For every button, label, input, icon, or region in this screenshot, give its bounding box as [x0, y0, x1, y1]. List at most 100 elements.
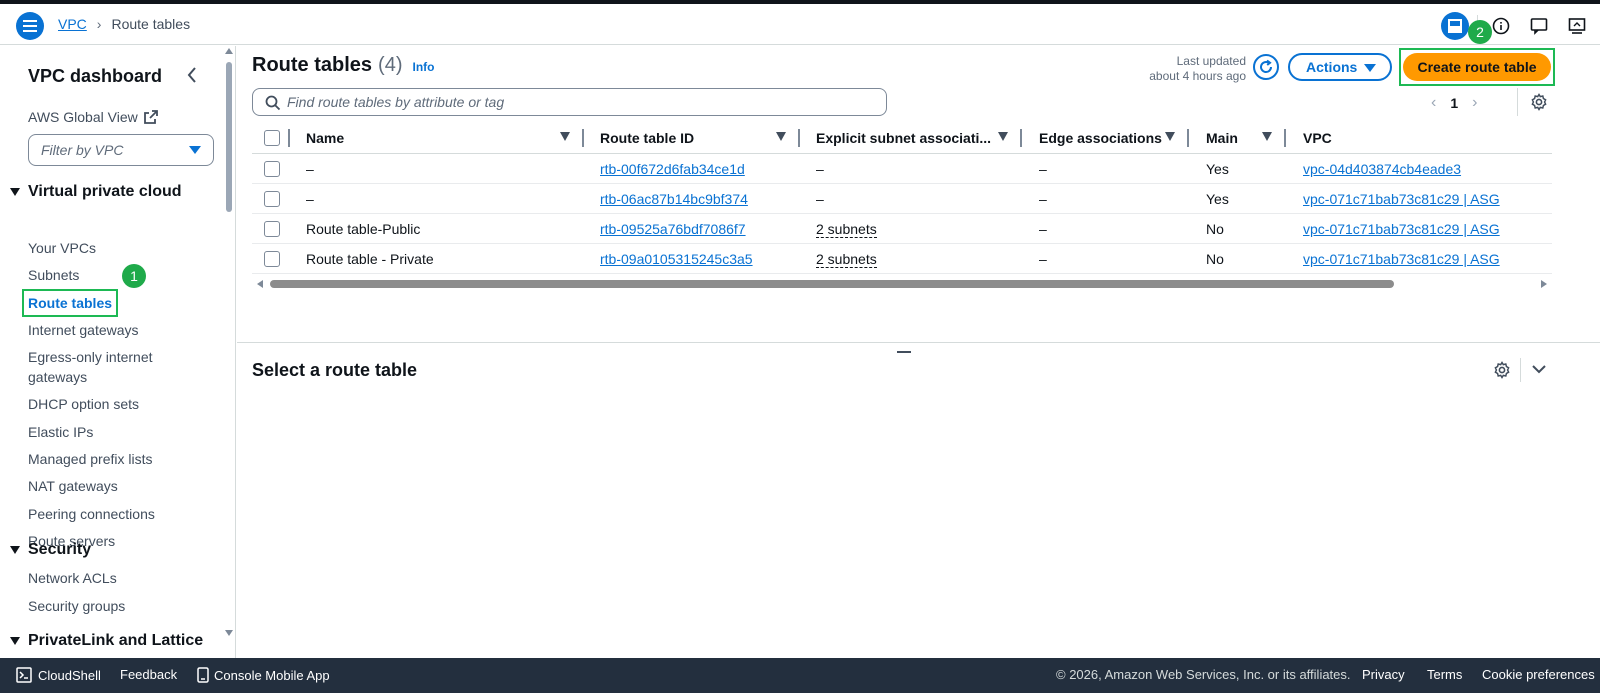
- callout-badge-1: 1: [122, 264, 146, 288]
- column-divider[interactable]: [798, 129, 800, 147]
- section-virtual-private-cloud[interactable]: Virtual private cloud: [10, 183, 182, 201]
- create-route-table-button[interactable]: Create route table: [1403, 53, 1551, 81]
- page-title-text: Route tables: [252, 54, 373, 76]
- section-security[interactable]: Security: [10, 541, 91, 559]
- gear-icon: [1494, 361, 1510, 379]
- row-checkbox[interactable]: [264, 251, 280, 267]
- cell-route-table-id[interactable]: rtb-06ac87b14bc9bf374: [600, 191, 748, 207]
- table-scroll-right[interactable]: [1541, 280, 1547, 288]
- column-divider[interactable]: [1187, 129, 1189, 147]
- sidebar-item-dhcp-option-sets[interactable]: DHCP option sets: [28, 394, 139, 414]
- split-panel-resize-handle[interactable]: [897, 351, 911, 353]
- sort-icon[interactable]: [776, 132, 786, 141]
- column-divider[interactable]: [582, 129, 584, 147]
- select-all-checkbox[interactable]: [264, 130, 280, 146]
- cookie-preferences-link[interactable]: Cookie preferences: [1482, 667, 1595, 682]
- split-panel-button[interactable]: [1441, 12, 1469, 40]
- feedback-link[interactable]: Feedback: [120, 667, 177, 682]
- table-scroll-left[interactable]: [257, 280, 263, 288]
- search-input[interactable]: Find route tables by attribute or tag: [252, 88, 887, 116]
- actions-dropdown-button[interactable]: Actions: [1288, 53, 1392, 81]
- sidebar-item-route-tables[interactable]: Route tables: [21, 289, 119, 317]
- cell-vpc[interactable]: vpc-071c71bab73c81c29 | ASG: [1303, 191, 1500, 207]
- column-header-route-table-id[interactable]: Route table ID: [600, 130, 694, 146]
- cell-edge-associations: –: [1039, 251, 1047, 267]
- table-row[interactable]: Route table-Public rtb-09525a76bdf7086f7…: [252, 214, 1552, 244]
- page-prev-button[interactable]: ‹: [1431, 94, 1436, 112]
- sidebar-scroll-up[interactable]: [225, 48, 233, 54]
- sidebar-item-peering-connections[interactable]: Peering connections: [28, 504, 155, 524]
- table-row[interactable]: Route table - Private rtb-09a0105315245c…: [252, 244, 1552, 274]
- section-privatelink-and-lattice[interactable]: PrivateLink and Lattice: [10, 632, 203, 650]
- chat-icon: [1530, 18, 1548, 35]
- detail-collapse-button[interactable]: [1531, 362, 1547, 378]
- sidebar-item-internet-gateways[interactable]: Internet gateways: [28, 320, 139, 340]
- section-label: Security: [28, 541, 92, 558]
- cell-route-table-id[interactable]: rtb-09a0105315245c3a5: [600, 251, 753, 267]
- route-tables-panel: Route tables (4) Info Last updated about…: [237, 20, 1600, 343]
- assistant-button[interactable]: [1524, 11, 1554, 41]
- privacy-link[interactable]: Privacy: [1362, 667, 1405, 682]
- cell-subnet-associations[interactable]: 2 subnets: [816, 251, 877, 268]
- footer: CloudShell Feedback Console Mobile App ©…: [0, 658, 1600, 693]
- sidebar-title[interactable]: VPC dashboard: [28, 66, 162, 87]
- cell-name: –: [306, 191, 314, 207]
- sidebar-item-your-vpcs[interactable]: Your VPCs: [28, 238, 96, 258]
- info-link[interactable]: Info: [412, 60, 434, 74]
- row-checkbox[interactable]: [264, 161, 280, 177]
- column-divider[interactable]: [1020, 129, 1022, 147]
- panel-icon: [1448, 19, 1462, 33]
- last-updated: Last updated about 4 hours ago: [1130, 54, 1246, 84]
- sort-icon[interactable]: [1165, 132, 1175, 141]
- page-number[interactable]: 1: [1450, 95, 1458, 111]
- console-mobile-app-link[interactable]: Console Mobile App: [197, 667, 330, 683]
- callout-badge-2: 2: [1468, 20, 1492, 44]
- cloudshell-button[interactable]: CloudShell: [16, 667, 101, 683]
- table-row[interactable]: – rtb-06ac87b14bc9bf374 – – Yes vpc-071c…: [252, 184, 1552, 214]
- sort-icon[interactable]: [560, 132, 570, 141]
- cell-route-table-id[interactable]: rtb-00f672d6fab34ce1d: [600, 161, 745, 177]
- row-checkbox[interactable]: [264, 191, 280, 207]
- sidebar-item-subnets[interactable]: Subnets: [28, 265, 79, 285]
- sort-icon[interactable]: [1262, 132, 1272, 141]
- cell-vpc[interactable]: vpc-071c71bab73c81c29 | ASG: [1303, 221, 1500, 237]
- menu-button[interactable]: [16, 12, 44, 40]
- sidebar-item-elastic-ips[interactable]: Elastic IPs: [28, 422, 93, 442]
- sidebar-scroll-down[interactable]: [225, 630, 233, 636]
- table-row[interactable]: – rtb-00f672d6fab34ce1d – – Yes vpc-04d4…: [252, 154, 1552, 184]
- detail-settings-button[interactable]: [1493, 361, 1511, 382]
- sidebar-item-security-groups[interactable]: Security groups: [28, 596, 125, 616]
- sidebar-item-egress-only-internet-gateways[interactable]: Egress-only internet gateways: [28, 347, 178, 387]
- column-header-name[interactable]: Name: [306, 130, 344, 146]
- cell-main: Yes: [1206, 161, 1229, 177]
- column-header-vpc[interactable]: VPC: [1303, 130, 1332, 146]
- sidebar-scrollbar[interactable]: [226, 62, 232, 212]
- table-settings-button[interactable]: [1530, 93, 1548, 114]
- sidebar-item-network-acls[interactable]: Network ACLs: [28, 568, 117, 588]
- cell-vpc[interactable]: vpc-071c71bab73c81c29 | ASG: [1303, 251, 1500, 267]
- cell-route-table-id[interactable]: rtb-09525a76bdf7086f7: [600, 221, 746, 237]
- sidebar-item-nat-gateways[interactable]: NAT gateways: [28, 476, 118, 496]
- breadcrumb-vpc-link[interactable]: VPC: [58, 16, 87, 32]
- pagination: ‹ 1 ›: [1431, 94, 1477, 112]
- sidebar-global-view[interactable]: AWS Global View: [28, 109, 158, 125]
- sidebar-item-managed-prefix-lists[interactable]: Managed prefix lists: [28, 449, 153, 469]
- column-header-main[interactable]: Main: [1206, 130, 1238, 146]
- breadcrumb-current: Route tables: [111, 16, 191, 32]
- row-checkbox[interactable]: [264, 221, 280, 237]
- tutorial-button[interactable]: [1562, 11, 1592, 41]
- header-tools: [1441, 8, 1600, 44]
- refresh-button[interactable]: [1253, 54, 1279, 80]
- column-header-edge-associations[interactable]: Edge associations: [1039, 130, 1162, 146]
- chevron-down-icon: [1532, 365, 1546, 374]
- sort-icon[interactable]: [998, 132, 1008, 141]
- page-next-button[interactable]: ›: [1472, 94, 1477, 112]
- sidebar-collapse-button[interactable]: [186, 66, 202, 86]
- table-horizontal-scrollbar[interactable]: [270, 280, 1394, 288]
- column-divider[interactable]: [1284, 129, 1286, 147]
- column-header-explicit-subnet-associations[interactable]: Explicit subnet associati...: [816, 130, 991, 146]
- terms-link[interactable]: Terms: [1427, 667, 1462, 682]
- vpc-filter-select[interactable]: Filter by VPC: [28, 134, 214, 166]
- cell-vpc[interactable]: vpc-04d403874cb4eade3: [1303, 161, 1461, 177]
- cell-subnet-associations[interactable]: 2 subnets: [816, 221, 877, 238]
